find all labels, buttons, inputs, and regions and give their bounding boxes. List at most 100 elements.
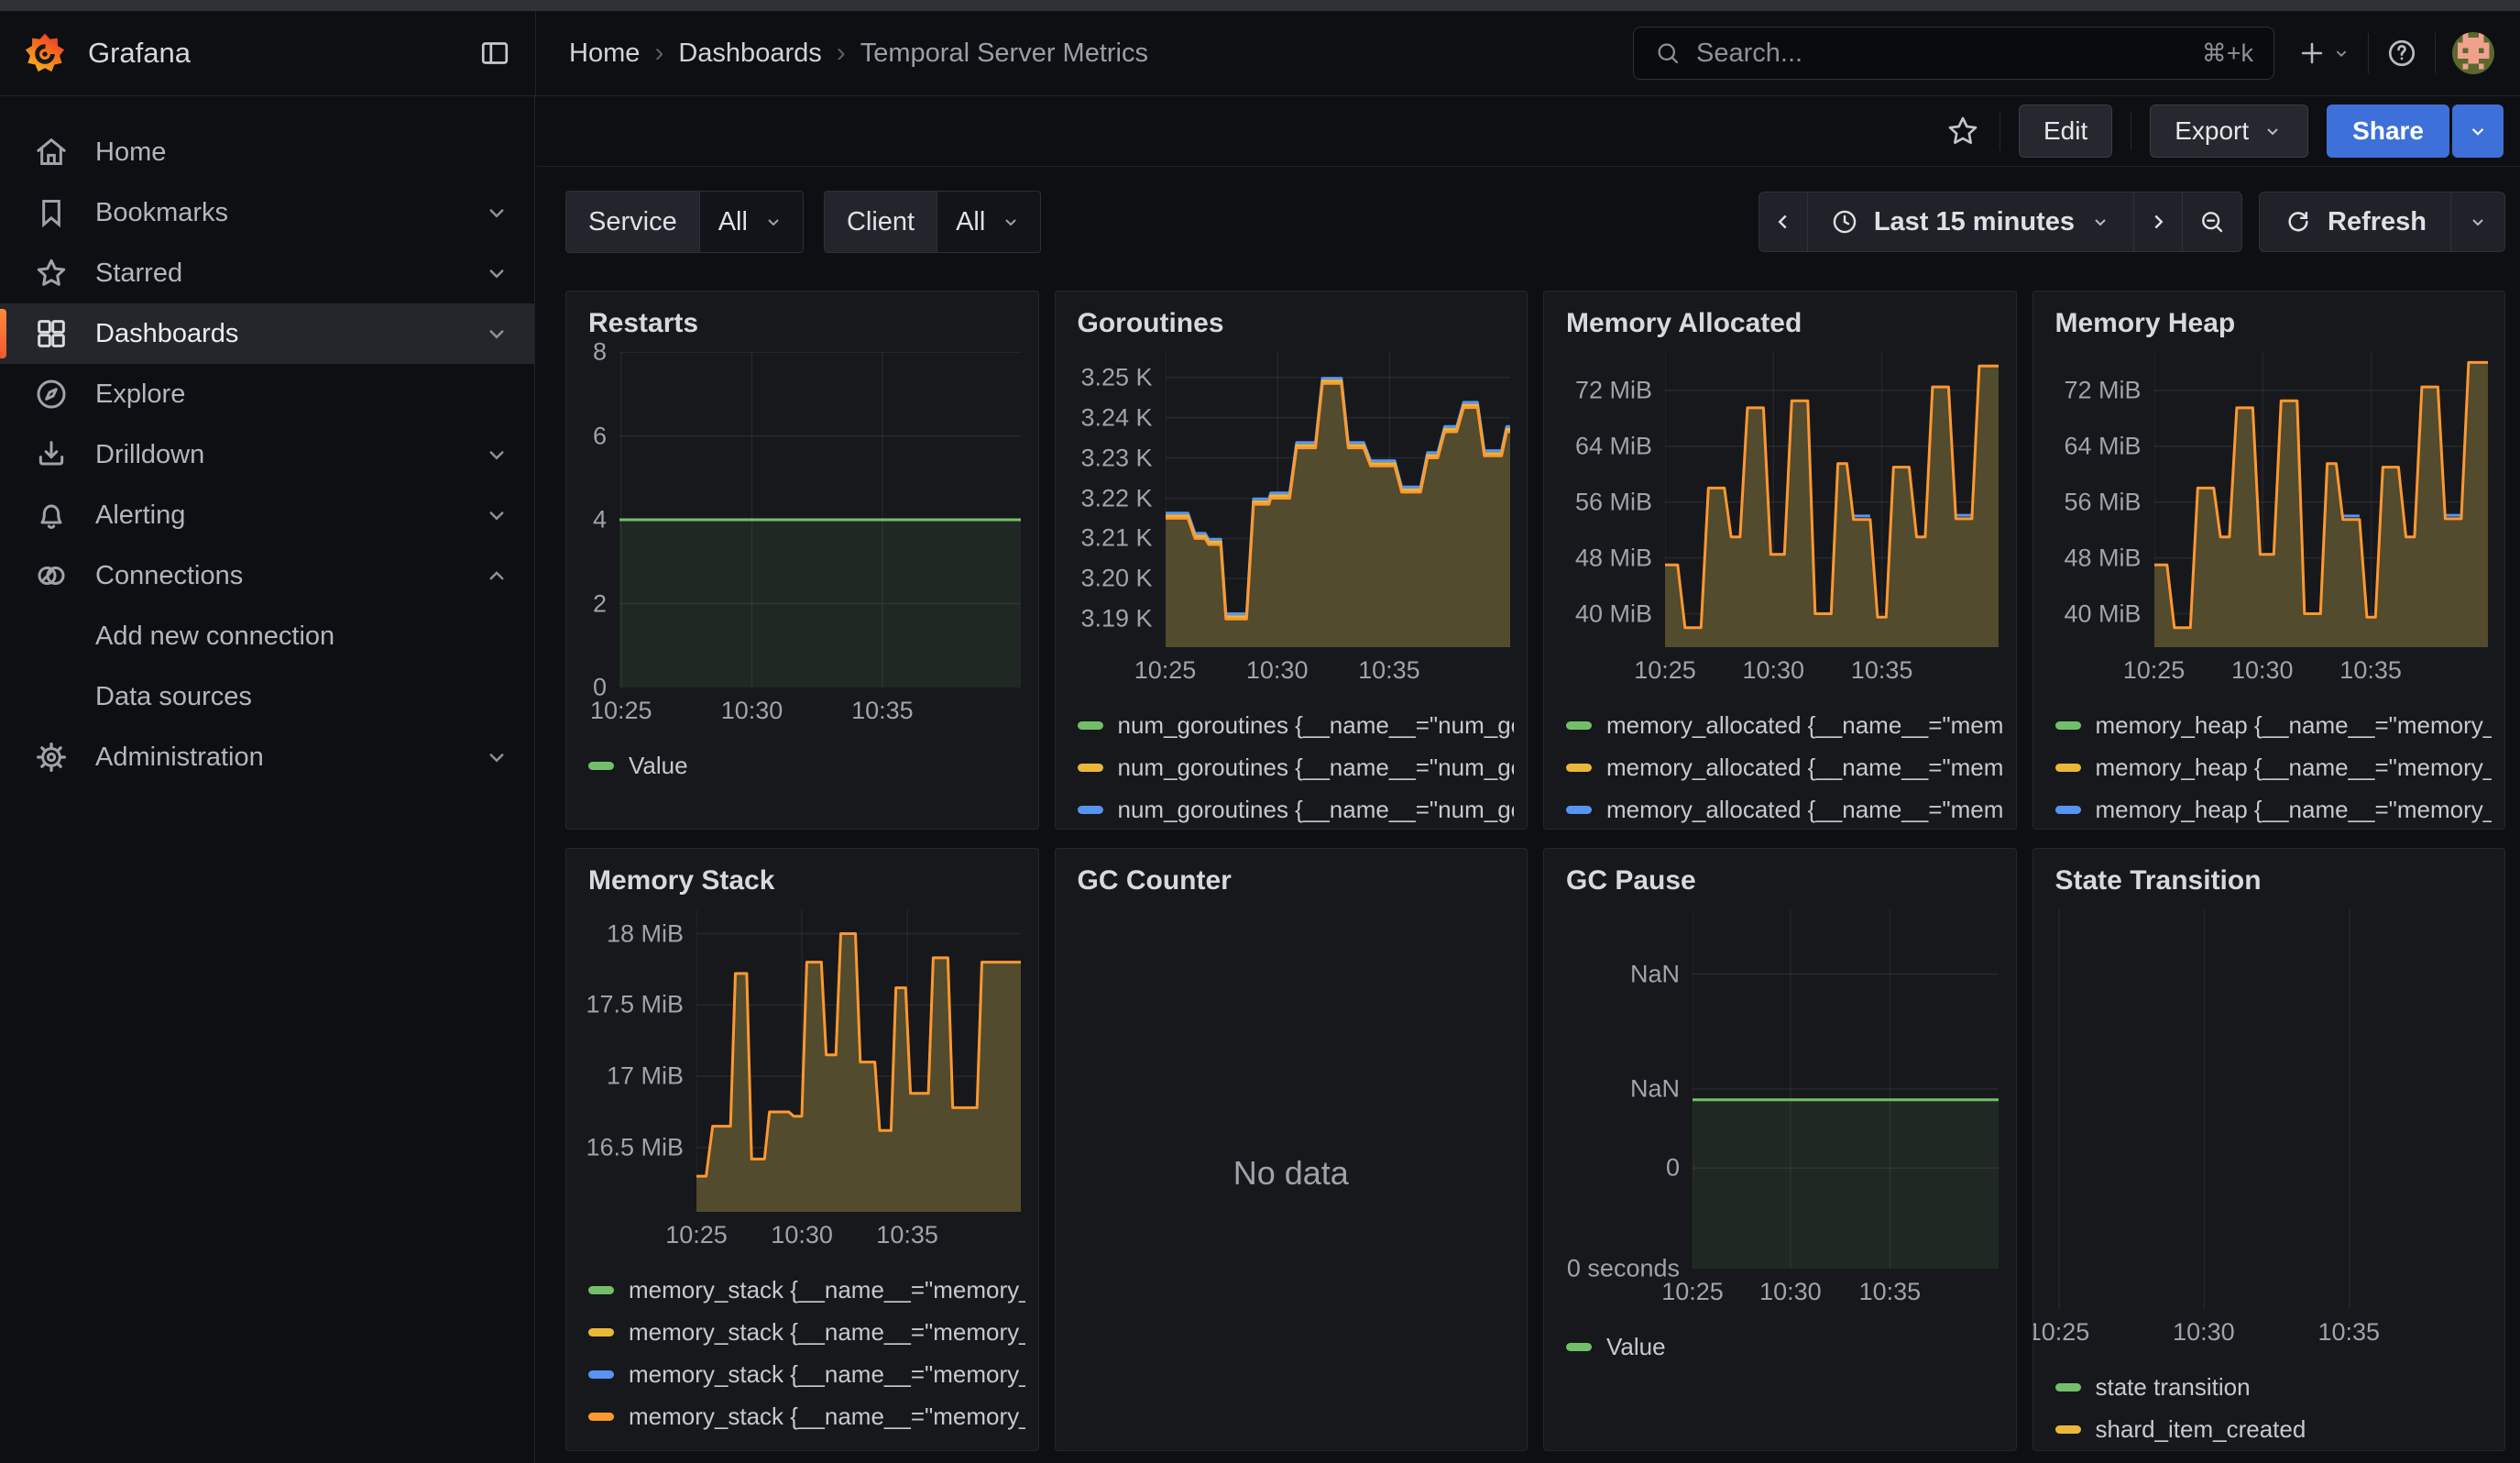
legend-item[interactable]: memory_allocated {__name__="memo: [1557, 746, 2003, 788]
chart-area: 72 MiB64 MiB56 MiB48 MiB40 MiB10:2510:30…: [1557, 352, 2003, 689]
breadcrumb-home[interactable]: Home: [569, 38, 640, 69]
sidebar-item-starred[interactable]: Starred: [0, 243, 534, 303]
chart-canvas[interactable]: [1166, 352, 1510, 647]
y-axis-label: 48 MiB: [2046, 544, 2142, 572]
x-axis-label: 10:35: [2339, 656, 2402, 685]
sidebar-item-home[interactable]: Home: [0, 122, 534, 182]
chart-canvas[interactable]: [2154, 352, 2488, 647]
chevron-down-icon[interactable]: [483, 441, 510, 468]
legend-item[interactable]: memory_stack {__name__="memory_s: [579, 1353, 1025, 1395]
chevron-down-icon[interactable]: [483, 501, 510, 529]
legend-series-label: memory_heap {__name__="memory_h: [2096, 796, 2493, 824]
sidebar-item-add-new-connection[interactable]: Add new connection: [0, 606, 534, 666]
share-menu-button[interactable]: [2452, 104, 2504, 158]
service-filter-value[interactable]: All: [699, 192, 803, 252]
sidebar-item-dashboards[interactable]: Dashboards: [0, 303, 534, 364]
refresh-interval-button[interactable]: [2450, 192, 2505, 252]
legend: Value: [579, 744, 1025, 786]
add-new-button[interactable]: [2296, 38, 2351, 69]
sidebar-item-label: Explore: [95, 380, 185, 410]
chart-canvas[interactable]: [696, 909, 1021, 1212]
legend-item[interactable]: memory_allocated {__name__="memo: [1557, 704, 2003, 746]
sidebar-item-drilldown[interactable]: Drilldown: [0, 424, 534, 485]
legend-series-marker: [588, 1286, 614, 1294]
sidebar-item-data-sources[interactable]: Data sources: [0, 666, 534, 727]
panel-title[interactable]: Restarts: [588, 308, 1025, 339]
x-axis-label: 10:30: [2173, 1318, 2235, 1347]
panel-title[interactable]: State Transition: [2055, 865, 2493, 896]
sidebar-item-connections[interactable]: Connections: [0, 545, 534, 606]
drilldown-icon: [33, 436, 70, 473]
chart-canvas[interactable]: [1665, 352, 1999, 647]
panel-title[interactable]: Memory Allocated: [1566, 308, 2003, 339]
chevron-down-icon[interactable]: [483, 743, 510, 771]
chevron-down-icon: [2467, 211, 2489, 233]
client-filter-value[interactable]: All: [937, 192, 1040, 252]
chevron-up-icon[interactable]: [483, 562, 510, 589]
edit-button[interactable]: Edit: [2019, 104, 2112, 158]
panel-title[interactable]: Memory Stack: [588, 865, 1025, 896]
time-back-button[interactable]: [1759, 192, 1808, 252]
y-axis-label: 56 MiB: [2046, 488, 2142, 516]
legend-item[interactable]: memory_stack {__name__="memory_s: [579, 1311, 1025, 1353]
legend-item[interactable]: memory_stack {__name__="memory_s: [579, 1269, 1025, 1311]
legend-item[interactable]: memory_allocated {__name__="memo: [1557, 788, 2003, 830]
sidebar-item-bookmarks[interactable]: Bookmarks: [0, 182, 534, 243]
sidebar-item-administration[interactable]: Administration: [0, 727, 534, 787]
breadcrumb-current: Temporal Server Metrics: [860, 38, 1148, 69]
avatar[interactable]: [2452, 32, 2494, 74]
legend-item[interactable]: num_goroutines {__name__="num_go: [1068, 746, 1515, 788]
help-button[interactable]: [2385, 37, 2418, 70]
sidebar-item-label: Home: [95, 138, 166, 168]
share-button[interactable]: Share: [2327, 104, 2449, 158]
legend-item[interactable]: num_goroutines {__name__="num_go: [1068, 788, 1515, 830]
legend: memory_stack {__name__="memory_smemory_s…: [579, 1269, 1025, 1441]
sidebar-item-explore[interactable]: Explore: [0, 364, 534, 424]
y-axis-label: 64 MiB: [1557, 432, 1652, 460]
favorite-star-icon[interactable]: [1945, 113, 1981, 149]
y-axis-label: 16.5 MiB: [579, 1134, 684, 1162]
service-filter[interactable]: Service All: [565, 191, 804, 253]
home-icon: [33, 134, 70, 170]
legend-item[interactable]: Value: [579, 744, 1025, 786]
chevron-down-icon[interactable]: [483, 259, 510, 287]
legend-item[interactable]: shard_item_created: [2046, 1408, 2493, 1450]
legend-item[interactable]: Value: [1557, 1326, 2003, 1368]
panel-title[interactable]: GC Pause: [1566, 865, 2003, 896]
divider: [2435, 33, 2436, 73]
breadcrumb-separator: ›: [837, 38, 846, 69]
chart-canvas[interactable]: [619, 352, 1021, 688]
time-range-picker[interactable]: Last 15 minutes: [1808, 192, 2133, 252]
sidebar-item-label: Starred: [95, 258, 182, 289]
panel-title[interactable]: Memory Heap: [2055, 308, 2493, 339]
legend-series-marker: [2055, 1425, 2081, 1434]
export-button[interactable]: Export: [2150, 104, 2308, 158]
legend-item[interactable]: memory_heap {__name__="memory_h: [2046, 788, 2493, 830]
legend-item[interactable]: memory_stack {__name__="memory_s: [579, 1395, 1025, 1437]
legend-item[interactable]: num_goroutines {__name__="num_go: [1068, 704, 1515, 746]
chevron-down-icon[interactable]: [483, 320, 510, 347]
chart-canvas[interactable]: [1693, 909, 1999, 1269]
sidebar-toggle-icon[interactable]: [478, 37, 511, 70]
sidebar-item-alerting[interactable]: Alerting: [0, 485, 534, 545]
panel-title[interactable]: GC Counter: [1078, 865, 1515, 896]
legend-item[interactable]: state transition: [2046, 1366, 2493, 1408]
panel-restarts: Restarts8642010:2510:3010:35Value: [565, 291, 1039, 830]
refresh-button[interactable]: Refresh: [2259, 192, 2451, 252]
legend-series-marker: [2055, 721, 2081, 730]
client-filter[interactable]: Client All: [824, 191, 1041, 253]
panel-title[interactable]: Goroutines: [1078, 308, 1515, 339]
zoom-out-button[interactable]: [2182, 192, 2242, 252]
y-axis-label: 4: [579, 506, 607, 534]
sidebar-item-label: Add new connection: [95, 622, 334, 652]
time-forward-button[interactable]: [2133, 192, 2183, 252]
breadcrumb-dashboards[interactable]: Dashboards: [678, 38, 821, 69]
legend-item[interactable]: memory_heap {__name__="memory_h: [2046, 704, 2493, 746]
chart-canvas[interactable]: [2048, 909, 2488, 1309]
legend-series-marker: [588, 1370, 614, 1379]
sidebar: Home Bookmarks Starred Dashboards Explore Dri…: [0, 96, 535, 1463]
legend-item[interactable]: memory_heap {__name__="memory_h: [2046, 746, 2493, 788]
y-axis-label: 48 MiB: [1557, 544, 1652, 572]
chevron-down-icon[interactable]: [483, 199, 510, 226]
search-input[interactable]: Search... ⌘+k: [1633, 27, 2274, 80]
